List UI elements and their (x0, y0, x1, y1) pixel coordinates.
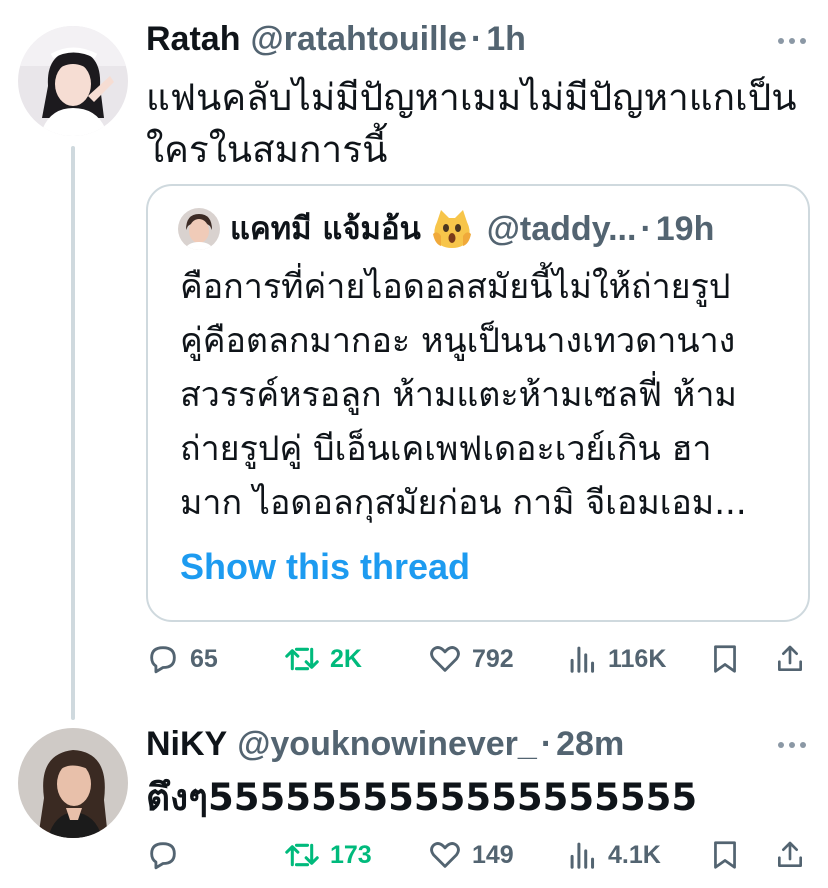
tweet-ratah[interactable]: Ratah @ratahtouille · 1h แฟนคลับไม่มีปัญ… (0, 0, 828, 720)
thread-connector-line (71, 146, 75, 720)
quoted-text-line: ถ่ายรูปคู่ บีเอ็นเคเพฟเดอะเวย์เกิน ฮา (180, 429, 712, 469)
share-button[interactable] (774, 642, 806, 676)
timestamp[interactable]: 1h (486, 19, 526, 59)
tweet-header: Ratah @ratahtouille · 1h (146, 19, 526, 59)
bookmark-button[interactable] (710, 642, 740, 676)
views-button[interactable]: 4.1K (568, 838, 661, 872)
separator-dot: · (540, 725, 553, 763)
quoted-tweet-text: คือการที่ค่ายไอดอลสมัยนี้ไม่ให้ถ่ายรูป ค… (180, 260, 780, 530)
user-handle[interactable]: @ratahtouille (250, 19, 466, 59)
share-icon (778, 645, 802, 671)
quoted-timestamp: 19h (655, 210, 715, 248)
display-name[interactable]: Ratah (146, 19, 240, 59)
display-name[interactable]: NiKY (146, 724, 227, 764)
tweet-text-line: ใครในสมการนี้ (146, 128, 388, 171)
views-icon (570, 842, 595, 869)
reply-button[interactable]: 65 (146, 642, 218, 676)
retweet-count: 2K (330, 644, 362, 673)
retweet-count: 173 (330, 840, 372, 869)
separator-dot: · (470, 20, 483, 58)
reply-count: 65 (190, 644, 218, 673)
like-button[interactable]: 149 (428, 838, 514, 872)
like-icon (430, 646, 460, 672)
like-count: 792 (472, 644, 514, 673)
quoted-text-line: คู่คือตลกมากอะ หนูเป็นนางเทวดานาง (180, 321, 736, 361)
like-button[interactable]: 792 (428, 642, 514, 676)
tweet-text: แฟนคลับไม่มีปัญหาเมมไม่มีปัญหาแกเป็น ใคร… (146, 72, 796, 176)
quoted-text-line: สวรรค์หรอลูก ห้ามแตะห้ามเซลฟี่ ห้าม (180, 375, 737, 415)
views-button[interactable]: 116K (568, 642, 666, 676)
share-icon (778, 841, 802, 867)
bookmark-icon (714, 645, 736, 673)
user-handle[interactable]: @youknowinever_ (237, 724, 537, 764)
reply-icon (150, 646, 176, 674)
quoted-text-line: มาก ไอดอลกุสมัยก่อน กามิ จีเอมเอม... (180, 483, 747, 523)
quoted-user-handle: @taddy... (486, 210, 637, 248)
retweet-icon (285, 647, 319, 671)
retweet-icon (285, 843, 319, 867)
tweet-text-line: ตึงๆ5555555555555555555 (146, 776, 698, 819)
tweet-header: NiKY @youknowinever_ · 28m (146, 724, 624, 764)
tweet-text: ตึงๆ5555555555555555555 (146, 772, 697, 824)
share-button[interactable] (774, 838, 806, 872)
tweet-actions: 65 2K 792 116K (146, 638, 814, 682)
show-thread-link[interactable]: Show this thread (180, 546, 470, 588)
tweet-actions: 173 149 4.1K (146, 834, 814, 878)
like-icon (430, 842, 460, 868)
quoted-avatar (178, 208, 220, 250)
bookmark-button[interactable] (710, 838, 740, 872)
views-icon (570, 646, 595, 673)
avatar[interactable] (18, 728, 128, 838)
quoted-tweet[interactable]: แคทมี แจ้มอ้น @taddy... · 19h คือการที่ค… (146, 184, 810, 622)
reply-button[interactable] (146, 838, 190, 872)
views-count: 116K (608, 644, 667, 673)
tweet-niky[interactable]: NiKY @youknowinever_ · 28m ตึงๆ555555555… (0, 720, 828, 888)
like-count: 149 (472, 840, 514, 869)
views-count: 4.1K (608, 840, 661, 869)
reply-icon (150, 842, 176, 870)
timestamp[interactable]: 28m (556, 724, 624, 764)
more-icon[interactable] (778, 742, 806, 748)
quoted-tweet-header: แคทมี แจ้มอ้น @taddy... · 19h (178, 208, 714, 250)
bookmark-icon (714, 841, 736, 869)
avatar[interactable] (18, 26, 128, 136)
tweet-text-line: แฟนคลับไม่มีปัญหาเมมไม่มีปัญหาแกเป็น (146, 76, 797, 119)
quoted-display-name: แคทมี แจ้มอ้น (230, 211, 421, 247)
face-screaming-cat-emoji (432, 210, 471, 248)
retweet-button[interactable]: 2K (284, 642, 362, 676)
more-icon[interactable] (778, 38, 806, 44)
quoted-text-line: คือการที่ค่ายไอดอลสมัยนี้ไม่ให้ถ่ายรูป (180, 267, 731, 307)
separator-dot: · (640, 210, 652, 248)
retweet-button[interactable]: 173 (284, 838, 372, 872)
